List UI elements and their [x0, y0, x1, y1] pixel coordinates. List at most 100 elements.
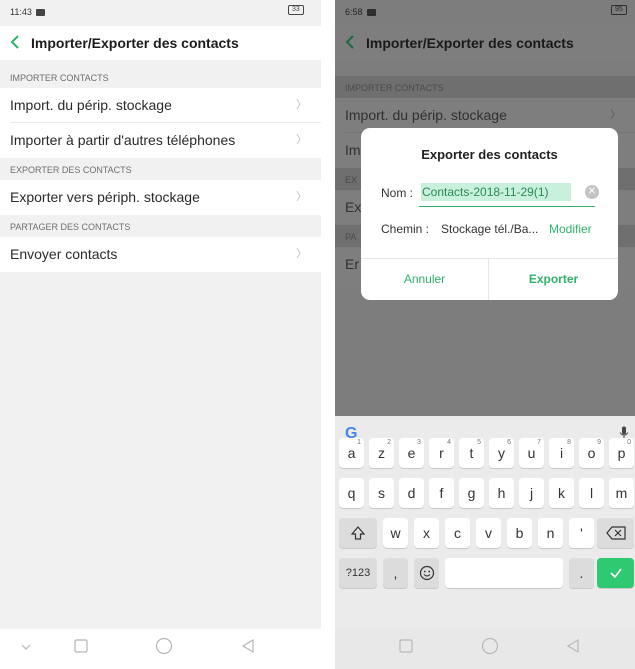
key-i[interactable]: i8 — [549, 438, 574, 468]
enter-key[interactable] — [597, 558, 634, 588]
name-label: Nom : — [381, 186, 414, 200]
status-time-text: 11:43 — [10, 7, 32, 17]
back-arrow-icon[interactable] — [343, 33, 359, 51]
chevron-right-icon: 〉 — [296, 248, 307, 260]
comma-key[interactable]: , — [383, 558, 408, 588]
shift-key[interactable] — [339, 518, 377, 548]
export-dialog: Exporter des contacts Nom : ✕ Chemin : S… — [361, 128, 618, 300]
chevron-right-icon: 〉 — [296, 99, 307, 111]
back-triangle-icon[interactable] — [565, 638, 581, 654]
key-f[interactable]: f — [429, 478, 454, 508]
right-screen: 6:58 95 Importer/Exporter des contacts I… — [335, 0, 635, 669]
key-c[interactable]: c — [445, 518, 470, 548]
key-x[interactable]: x — [414, 518, 439, 548]
battery-icon: 33 — [288, 5, 304, 15]
key-h[interactable]: h — [489, 478, 514, 508]
section-header-import: IMPORTER CONTACTS — [335, 76, 635, 98]
list-item-label: Import. du périp. stockage — [10, 97, 172, 113]
title-bar: Importer/Exporter des contacts — [0, 26, 321, 60]
collapse-chevron-icon[interactable] — [20, 641, 32, 653]
section-header-export: EXPORTER DES CONTACTS — [0, 158, 321, 180]
key-d[interactable]: d — [399, 478, 424, 508]
list-item-label: Im — [345, 142, 361, 158]
emoji-key[interactable] — [414, 558, 439, 588]
recents-square-icon[interactable] — [399, 639, 413, 653]
key-label: i — [559, 445, 564, 461]
options-list: IMPORTER CONTACTS Import. du périp. stoc… — [0, 66, 321, 272]
back-arrow-icon[interactable] — [8, 33, 24, 51]
list-item-label: Exporter vers périph. stockage — [10, 189, 200, 205]
key-a[interactable]: a1 — [339, 438, 364, 468]
list-item-label: Ex — [345, 199, 362, 215]
key-y[interactable]: y6 — [489, 438, 514, 468]
key-w[interactable]: w — [383, 518, 408, 548]
chevron-right-icon: 〉 — [296, 134, 307, 146]
path-label: Chemin : — [381, 222, 430, 236]
key-label: u — [527, 445, 536, 461]
list-item-label: Er — [345, 256, 359, 272]
key-g[interactable]: g — [459, 478, 484, 508]
cancel-button[interactable]: Annuler — [361, 259, 488, 300]
key-r[interactable]: r4 — [429, 438, 454, 468]
status-bar: 11:43 33 — [0, 0, 321, 24]
key-b[interactable]: b — [507, 518, 532, 548]
key-e[interactable]: e3 — [399, 438, 424, 468]
battery-icon: 95 — [611, 5, 627, 15]
export-storage-item[interactable]: Exporter vers périph. stockage 〉 — [0, 180, 321, 215]
key-hint: 3 — [417, 439, 421, 446]
emoji-smiley-icon — [419, 565, 434, 581]
back-triangle-icon[interactable] — [240, 638, 256, 654]
key-k[interactable]: k — [549, 478, 574, 508]
list-item-label: Import. du périp. stockage — [345, 107, 507, 123]
status-bar: 6:58 95 — [335, 0, 635, 24]
key-t[interactable]: t5 — [459, 438, 484, 468]
key-hint: 7 — [537, 439, 541, 446]
key-label: o — [587, 445, 596, 461]
backspace-icon — [605, 526, 626, 540]
space-key[interactable] — [445, 558, 563, 588]
navigation-bar — [0, 629, 321, 669]
key-v[interactable]: v — [476, 518, 501, 548]
file-name-input[interactable] — [421, 183, 571, 201]
symbols-key[interactable]: ?123 — [339, 558, 377, 588]
chevron-right-icon: 〉 — [296, 191, 307, 203]
import-other-phones-item[interactable]: Importer à partir d'autres téléphones 〉 — [0, 123, 321, 158]
key-hint: 2 — [387, 439, 391, 446]
home-circle-icon[interactable] — [155, 637, 173, 655]
key-s[interactable]: s — [369, 478, 394, 508]
key-hint: 5 — [477, 439, 481, 446]
shift-arrow-icon — [350, 526, 366, 540]
recents-square-icon[interactable] — [74, 639, 88, 653]
modify-path-link[interactable]: Modifier — [549, 222, 592, 236]
backspace-key[interactable] — [597, 518, 634, 548]
key-u[interactable]: u7 — [519, 438, 544, 468]
key-apostrophe[interactable]: ' — [569, 518, 594, 548]
key-label: a — [347, 445, 356, 461]
path-value: Stockage tél./Ba... — [441, 222, 539, 236]
key-j[interactable]: j — [519, 478, 544, 508]
key-m[interactable]: m — [609, 478, 634, 508]
key-label: z — [378, 445, 385, 461]
key-p[interactable]: p0 — [609, 438, 634, 468]
key-n[interactable]: n — [538, 518, 563, 548]
send-contacts-item[interactable]: Envoyer contacts 〉 — [0, 237, 321, 272]
notification-icon — [35, 9, 45, 16]
status-time-text: 6:58 — [345, 7, 363, 17]
key-label: y — [498, 445, 505, 461]
section-header-share: PARTAGER DES CONTACTS — [0, 215, 321, 237]
import-storage-item[interactable]: Import. du périp. stockage 〉 — [0, 88, 321, 123]
key-label: e — [407, 445, 416, 461]
key-o[interactable]: o9 — [579, 438, 604, 468]
key-q[interactable]: q — [339, 478, 364, 508]
key-z[interactable]: z2 — [369, 438, 394, 468]
clear-text-icon[interactable]: ✕ — [585, 185, 599, 199]
key-l[interactable]: l — [579, 478, 604, 508]
key-label: p — [617, 445, 626, 461]
key-hint: 6 — [507, 439, 511, 446]
export-button[interactable]: Exporter — [489, 259, 618, 300]
key-hint: 9 — [597, 439, 601, 446]
key-hint: 4 — [447, 439, 451, 446]
home-circle-icon[interactable] — [481, 637, 499, 655]
dialog-title: Exporter des contacts — [421, 147, 558, 162]
period-key[interactable]: . — [569, 558, 594, 588]
